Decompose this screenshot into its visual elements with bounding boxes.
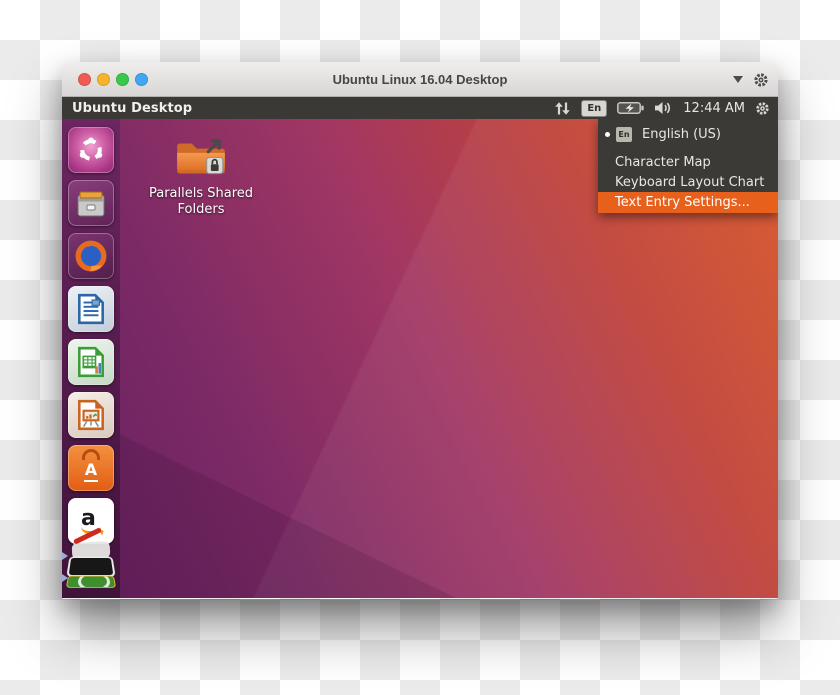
libreoffice-impress-icon[interactable]: [68, 392, 114, 438]
desktop-icon-label: Parallels Shared Folders: [144, 186, 258, 219]
window-title: Ubuntu Linux 16.04 Desktop: [62, 72, 778, 87]
close-button[interactable]: [78, 73, 91, 86]
amazon-icon[interactable]: a: [68, 498, 114, 544]
gear-icon[interactable]: [753, 72, 769, 88]
files-icon[interactable]: [68, 180, 114, 226]
ubuntu-software-icon[interactable]: A: [68, 445, 114, 491]
unity-launcher: A a: [62, 119, 120, 598]
firefox-icon[interactable]: [68, 233, 114, 279]
circle-of-friends-icon: [76, 135, 106, 165]
keyboard-indicator-badge[interactable]: En: [581, 100, 607, 117]
software-a-glyph: A: [84, 462, 98, 478]
libreoffice-writer-icon[interactable]: [68, 286, 114, 332]
bag-handle-glyph: [82, 449, 100, 460]
volume-icon[interactable]: [654, 101, 673, 115]
launcher-fold-indicator: [62, 552, 68, 582]
zoom-button[interactable]: [116, 73, 129, 86]
active-app-label: Ubuntu Desktop: [62, 101, 192, 116]
menu-item-english-us[interactable]: En English (US): [598, 122, 778, 146]
screen-icon: [66, 556, 115, 576]
minimize-button[interactable]: [97, 73, 110, 86]
menu-item-label: Character Map: [615, 155, 711, 170]
firefox-glyph: [72, 237, 110, 275]
chevron-down-icon[interactable]: [733, 76, 743, 83]
menu-item-label: Keyboard Layout Chart: [615, 175, 764, 190]
file-cabinet-glyph: [73, 185, 109, 221]
menu-item-character-map[interactable]: Character Map: [598, 152, 778, 172]
macos-titlebar: Ubuntu Linux 16.04 Desktop: [62, 62, 778, 97]
menu-item-text-entry-settings[interactable]: Text Entry Settings...: [598, 192, 778, 213]
ubuntu-dash-icon[interactable]: [68, 127, 114, 173]
lock-emblem: [207, 157, 223, 173]
radio-selected-icon: [605, 132, 610, 137]
green-disc-icon: [66, 576, 116, 588]
calc-glyph: [74, 345, 108, 379]
keyboard-indicator-menu: En English (US) Character Map Keyboard L…: [598, 119, 778, 213]
software-line-glyph: [84, 480, 98, 482]
desktop[interactable]: A a: [62, 119, 778, 598]
fullscreen-button[interactable]: [135, 73, 148, 86]
traffic-lights: [62, 73, 148, 86]
writer-glyph: [74, 292, 108, 326]
shared-folders-desktop-icon[interactable]: Parallels Shared Folders: [144, 135, 258, 219]
ubuntu-top-panel: Ubuntu Desktop En 12:44 AM: [62, 97, 778, 119]
menu-item-keyboard-layout-chart[interactable]: Keyboard Layout Chart: [598, 172, 778, 192]
en-badge-icon: En: [616, 127, 632, 142]
updown-arrows-icon[interactable]: [554, 101, 571, 116]
menu-item-label: Text Entry Settings...: [615, 195, 750, 210]
clock[interactable]: 12:44 AM: [683, 101, 745, 116]
vm-window: Ubuntu Linux 16.04 Desktop Ubuntu Deskto…: [62, 62, 778, 599]
menu-item-label: English (US): [642, 127, 721, 142]
impress-glyph: [74, 398, 108, 432]
session-gear-icon[interactable]: [755, 101, 770, 116]
shared-folder-icon: [173, 135, 229, 181]
battery-icon[interactable]: [617, 101, 644, 115]
folded-launcher-icons[interactable]: [66, 540, 116, 598]
libreoffice-calc-icon[interactable]: [68, 339, 114, 385]
